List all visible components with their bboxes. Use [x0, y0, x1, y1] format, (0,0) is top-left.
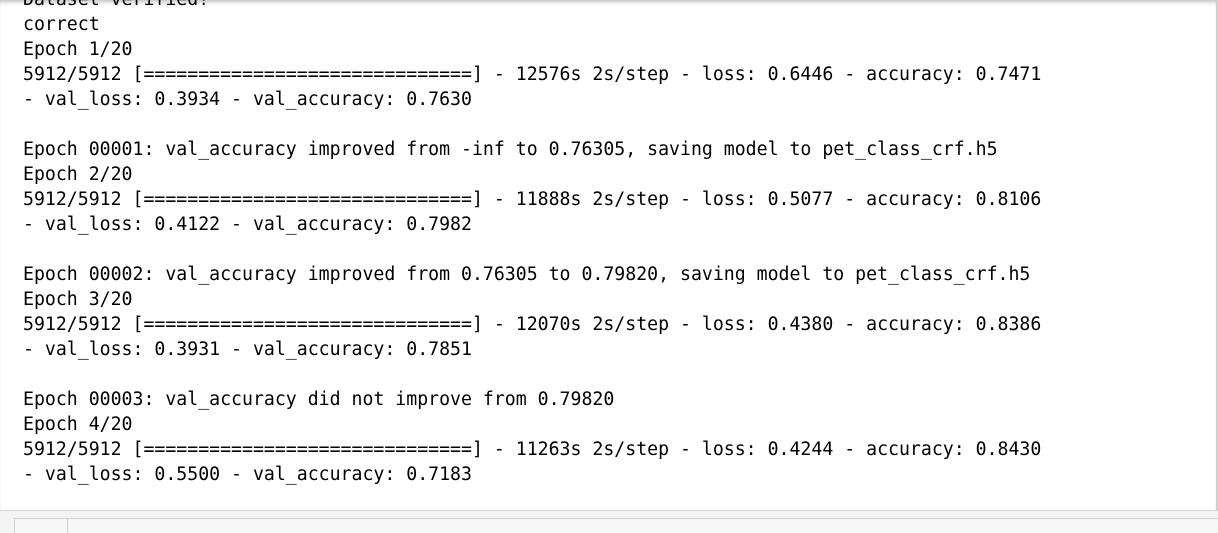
output-line: - val_loss: 0.4122 - val_accuracy: 0.798…	[23, 214, 472, 235]
output-line: Epoch 4/20	[23, 414, 133, 435]
output-line: 5912/5912 [=============================…	[23, 314, 1042, 335]
output-line: Epoch 3/20	[23, 289, 133, 310]
output-line: - val_loss: 0.3931 - val_accuracy: 0.785…	[23, 339, 472, 360]
output-line: 5912/5912 [=============================…	[23, 439, 1042, 460]
output-line: 5912/5912 [=============================…	[23, 64, 1042, 85]
output-line: Epoch 00003: val_accuracy did not improv…	[23, 389, 615, 410]
output-line: Epoch 00002: val_accuracy improved from …	[23, 264, 1031, 285]
output-line: Dataset verified!	[23, 0, 1041, 12]
notebook-view: Dataset verified! correct Epoch 1/20 5912/5…	[0, 0, 1218, 533]
next-cell-prompt	[15, 519, 68, 533]
output-line: Epoch 00001: val_accuracy improved from …	[23, 139, 998, 160]
output-line: correct	[23, 14, 100, 35]
next-code-cell[interactable]	[14, 518, 1218, 533]
output-line: Epoch 1/20	[23, 39, 133, 60]
cell-output-area[interactable]: Dataset verified! correct Epoch 1/20 5912/5…	[0, 0, 1218, 510]
output-line: - val_loss: 0.3934 - val_accuracy: 0.763…	[23, 89, 472, 110]
training-log-output: Dataset verified! correct Epoch 1/20 5912/5…	[23, 0, 1041, 487]
output-line: Epoch 2/20	[23, 164, 133, 185]
output-line: 5912/5912 [=============================…	[23, 189, 1042, 210]
output-line: - val_loss: 0.5500 - val_accuracy: 0.718…	[23, 464, 472, 485]
